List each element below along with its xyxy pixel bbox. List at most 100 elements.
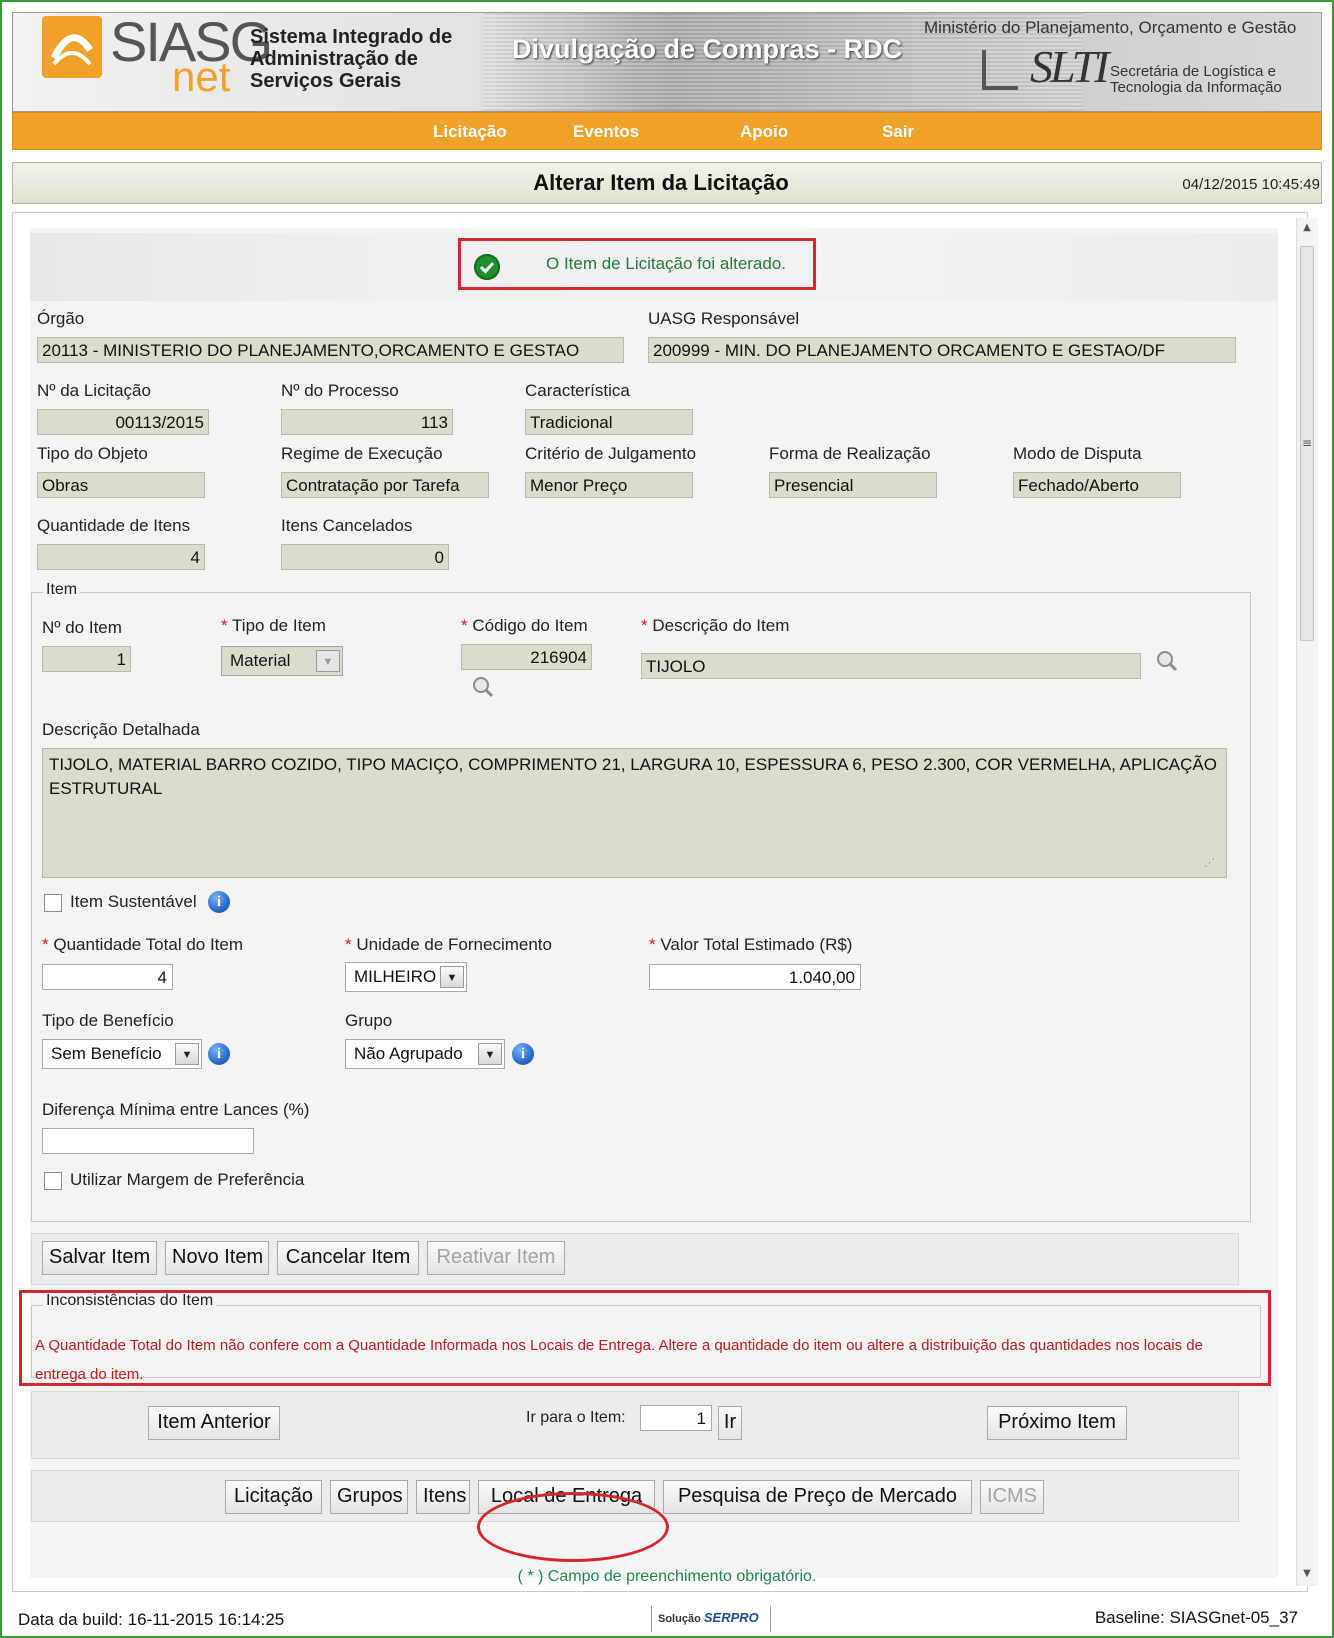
slti-line2: Tecnologia da Informação — [1110, 79, 1282, 96]
unidade-fornecimento-select[interactable]: MILHEIRO ▼ — [345, 962, 467, 992]
tipo-item-select: Material ▼ — [221, 646, 343, 676]
tab-icms: ICMS — [980, 1480, 1044, 1514]
uasg-field: 200999 - MIN. DO PLANEJAMENTO ORCAMENTO … — [648, 337, 1236, 363]
menu-item-apoio[interactable]: Apoio — [740, 122, 788, 142]
slti-line1: Secretária de Logística e — [1110, 63, 1276, 80]
serpro-prefix: Solução — [658, 1613, 701, 1625]
scroll-up-icon[interactable]: ▲ — [1300, 222, 1314, 233]
required-mark: * — [641, 616, 648, 635]
info-icon[interactable]: i — [208, 891, 230, 913]
system-name-line2: Administração de — [250, 48, 418, 70]
page-title: Alterar Item da Licitação — [533, 170, 789, 195]
modo-disputa-label: Modo de Disputa — [1013, 444, 1142, 463]
logo-net-text: net — [172, 53, 231, 100]
scroll-grip-icon: ≡ — [1301, 436, 1313, 450]
serpro-logo: Solução SERPRO — [651, 1606, 771, 1632]
grupo-value: Não Agrupado — [354, 1044, 463, 1063]
info-icon[interactable]: i — [208, 1043, 230, 1065]
tipo-beneficio-select[interactable]: Sem Benefício ▼ — [42, 1039, 202, 1069]
tipo-item-label-text: Tipo de Item — [232, 616, 326, 635]
ir-button[interactable]: Ir — [718, 1406, 742, 1440]
quantidade-total-label-text: Quantidade Total do Item — [53, 935, 244, 954]
orgao-label: Órgão — [37, 309, 85, 328]
main-menu — [12, 112, 1322, 150]
reativar-item-button: Reativar Item — [427, 1241, 565, 1275]
grupo-label: Grupo — [345, 1011, 393, 1030]
margem-preferencia-checkbox[interactable] — [44, 1172, 62, 1190]
inconsistencias-highlight-box — [19, 1290, 1271, 1386]
current-datetime: 04/12/2015 10:45:49 — [1182, 176, 1320, 193]
valor-total-input[interactable]: 1.040,00 — [649, 964, 861, 990]
caracteristica-label: Característica — [525, 381, 630, 400]
required-mark: * — [221, 616, 228, 635]
ministry-name: Ministério do Planejamento, Orçamento e … — [924, 18, 1297, 37]
item-anterior-button[interactable]: Item Anterior — [148, 1406, 280, 1440]
slti-bars-icon — [982, 50, 1018, 90]
required-field-note: ( * ) Campo de preenchimento obrigatório… — [517, 1568, 817, 1585]
itens-cancelados-field: 0 — [281, 544, 449, 570]
module-title: Divulgação de Compras - RDC — [512, 34, 903, 64]
uasg-label: UASG Responsável — [648, 309, 800, 328]
tab-licitacao[interactable]: Licitação — [225, 1480, 322, 1514]
unidade-fornecimento-label: * Unidade de Fornecimento — [345, 935, 552, 955]
tipo-beneficio-label: Tipo de Benefício — [42, 1011, 174, 1030]
numero-item-label: Nº do Item — [42, 618, 122, 637]
tab-pesquisa-preco[interactable]: Pesquisa de Preço de Mercado — [663, 1480, 972, 1514]
chevron-down-icon: ▼ — [316, 650, 340, 672]
quantidade-total-input[interactable]: 4 — [42, 964, 173, 990]
grupo-select[interactable]: Não Agrupado ▼ — [345, 1039, 505, 1069]
valor-total-label: * Valor Total Estimado (R$) — [649, 935, 852, 955]
ir-para-input[interactable]: 1 — [640, 1405, 712, 1431]
tab-grupos[interactable]: Grupos — [330, 1480, 408, 1514]
resize-grip-icon[interactable]: ⋰ — [1204, 856, 1215, 869]
orgao-field: 20113 - MINISTERIO DO PLANEJAMENTO,ORCAM… — [37, 337, 624, 363]
numero-item-field: 1 — [42, 646, 131, 672]
item-legend: Item — [43, 581, 81, 599]
search-descricao-icon[interactable] — [1156, 650, 1178, 672]
numero-processo-label: Nº do Processo — [281, 381, 399, 400]
codigo-item-label: * Código do Item — [461, 616, 588, 636]
quantidade-itens-label: Quantidade de Itens — [37, 516, 191, 535]
quantidade-total-label: * Quantidade Total do Item — [42, 935, 243, 955]
required-mark: * — [42, 935, 49, 954]
forma-realizacao-field: Presencial — [769, 472, 937, 498]
menu-item-licitacao[interactable]: Licitação — [433, 122, 507, 142]
tipo-objeto-label: Tipo do Objeto — [37, 444, 148, 463]
cancelar-item-button[interactable]: Cancelar Item — [277, 1241, 419, 1275]
chevron-down-icon: ▼ — [478, 1043, 502, 1065]
system-name-line1: Sistema Integrado de — [250, 26, 453, 48]
menu-item-eventos[interactable]: Eventos — [573, 122, 639, 142]
quantidade-itens-field: 4 — [37, 544, 205, 570]
novo-item-button[interactable]: Novo Item — [165, 1241, 269, 1275]
proximo-item-button[interactable]: Próximo Item — [987, 1406, 1127, 1440]
tipo-objeto-field: Obras — [37, 472, 205, 498]
tab-itens[interactable]: Itens — [416, 1480, 470, 1514]
info-icon[interactable]: i — [512, 1043, 534, 1065]
baseline-version: Baseline: SIASGnet-05_37 — [1094, 1608, 1298, 1627]
regime-execucao-label: Regime de Execução — [281, 444, 443, 463]
descricao-item-field: TIJOLO — [641, 653, 1141, 679]
descricao-item-label-text: Descrição do Item — [652, 616, 790, 635]
regime-execucao-field: Contratação por Tarefa — [281, 472, 489, 498]
tipo-beneficio-value: Sem Benefício — [51, 1044, 162, 1063]
tipo-item-value: Material — [230, 651, 291, 670]
item-sustentavel-checkbox[interactable] — [44, 894, 62, 912]
search-codigo-icon[interactable] — [472, 676, 494, 698]
success-message-text: O Item de Licitação foi alterado. — [546, 254, 787, 273]
numero-licitacao-field: 00113/2015 — [37, 409, 209, 435]
local-entrega-highlight-circle — [477, 1492, 669, 1562]
caracteristica-field: Tradicional — [525, 409, 693, 435]
salvar-item-button[interactable]: Salvar Item — [42, 1241, 157, 1275]
descricao-item-label: * Descrição do Item — [641, 616, 789, 636]
unidade-fornecimento-label-text: Unidade de Fornecimento — [356, 935, 552, 954]
diferenca-minima-input[interactable] — [42, 1128, 254, 1154]
valor-total-label-text: Valor Total Estimado (R$) — [660, 935, 853, 954]
success-check-icon — [474, 254, 500, 280]
modo-disputa-field: Fechado/Aberto — [1013, 472, 1181, 498]
menu-item-sair[interactable]: Sair — [882, 122, 914, 142]
siasg-logo-icon — [42, 16, 102, 78]
itens-cancelados-label: Itens Cancelados — [281, 516, 413, 535]
required-mark: * — [345, 935, 352, 954]
forma-realizacao-label: Forma de Realização — [769, 444, 931, 463]
system-name-line3: Serviços Gerais — [250, 70, 402, 92]
